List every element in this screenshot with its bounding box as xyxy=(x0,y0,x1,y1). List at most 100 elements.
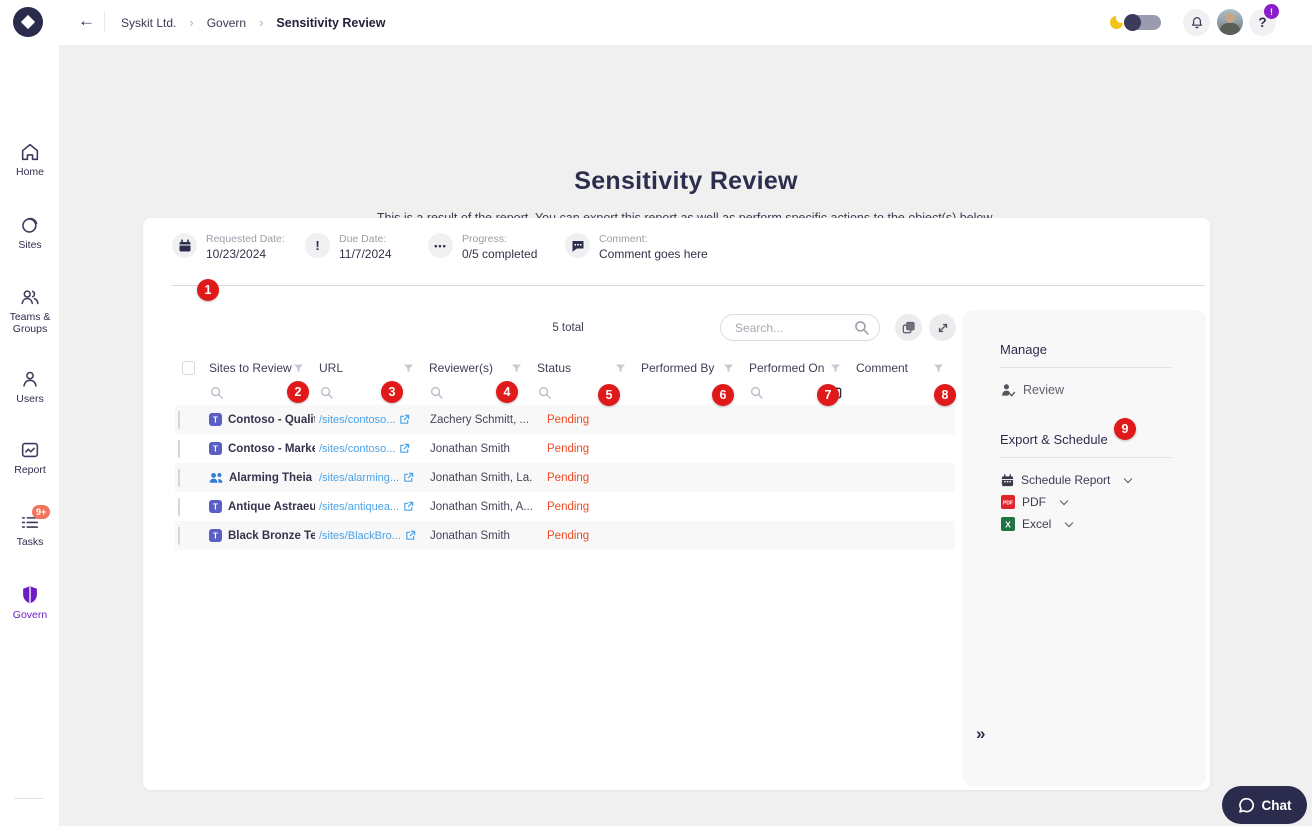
syskit-logo-icon[interactable] xyxy=(13,7,43,37)
info-value: 11/7/2024 xyxy=(339,247,392,261)
chevron-down-icon xyxy=(1059,496,1069,505)
site-url-link[interactable]: /sites/BlackBro... xyxy=(319,530,401,542)
column-search-icon[interactable] xyxy=(320,386,333,399)
sites-icon xyxy=(22,217,38,233)
sidebar-item-govern[interactable]: Govern xyxy=(0,584,60,621)
status-badge: Pending xyxy=(547,413,590,426)
export-section-title: Export & Schedule xyxy=(1000,432,1108,447)
external-link-icon[interactable] xyxy=(403,501,414,512)
row-checkbox[interactable] xyxy=(178,497,180,516)
copy-view-button[interactable] xyxy=(895,314,922,341)
home-icon xyxy=(21,143,39,161)
site-url-link[interactable]: /sites/alarming... xyxy=(319,472,399,484)
filter-icon[interactable] xyxy=(510,362,523,375)
column-search-icon[interactable] xyxy=(210,386,223,399)
external-link-icon[interactable] xyxy=(399,414,410,425)
annotation-badge-5: 5 xyxy=(598,384,620,406)
sidebar-divider xyxy=(14,798,44,799)
export-pdf-button[interactable]: PDF PDF xyxy=(1001,495,1069,509)
annotation-badge-4: 4 xyxy=(496,381,518,403)
export-excel-button[interactable]: X Excel xyxy=(1001,517,1074,531)
select-all-checkbox[interactable] xyxy=(182,361,195,375)
site-url-link[interactable]: /sites/contoso... xyxy=(319,443,395,455)
report-card: Requested Date: 10/23/2024 ! Due Date: 1… xyxy=(143,218,1210,790)
column-search-icon[interactable] xyxy=(750,386,763,399)
column-header: Status xyxy=(537,361,572,375)
sidebar-item-report[interactable]: Report xyxy=(0,439,60,476)
row-checkbox[interactable] xyxy=(178,468,180,487)
reviewers-cell: Jonathan Smith xyxy=(430,529,510,542)
filter-icon[interactable] xyxy=(722,362,735,375)
chat-bubble-icon xyxy=(1238,797,1254,813)
breadcrumb-item-govern[interactable]: Govern xyxy=(207,16,246,30)
info-label: Progress: xyxy=(462,233,507,245)
site-name: Contoso - Marketi xyxy=(228,442,315,455)
notifications-button[interactable] xyxy=(1183,9,1210,36)
info-requested-date: Requested Date: 10/23/2024 xyxy=(172,233,285,261)
export-excel-label: Excel xyxy=(1022,517,1052,531)
sidebar-item-home[interactable]: Home xyxy=(0,141,60,178)
filter-icon[interactable] xyxy=(614,362,627,375)
row-checkbox[interactable] xyxy=(178,526,180,545)
search-icon xyxy=(855,321,869,335)
dark-mode-toggle[interactable] xyxy=(1124,14,1161,31)
info-label: Comment: xyxy=(599,233,648,245)
sidebar-item-tasks[interactable]: 9+ Tasks xyxy=(0,505,60,548)
tasks-count-badge: 9+ xyxy=(32,505,51,519)
chat-button[interactable]: Chat xyxy=(1222,786,1307,824)
breadcrumb-separator-icon: › xyxy=(259,15,264,30)
external-link-icon[interactable] xyxy=(403,472,414,483)
sidebar-item-label: Users xyxy=(16,393,44,405)
filter-icon[interactable] xyxy=(292,362,305,375)
table-header-row: Sites to Review URL Reviewer(s) Status P… xyxy=(175,356,955,380)
user-avatar[interactable] xyxy=(1217,9,1243,35)
breadcrumb-item-company[interactable]: Syskit Ltd. xyxy=(121,16,176,30)
reviewers-cell: Jonathan Smith xyxy=(430,442,510,455)
help-alert-badge: ! xyxy=(1264,4,1279,19)
chat-label: Chat xyxy=(1261,797,1292,813)
sidebar-item-label: Teams & Groups xyxy=(9,311,51,336)
help-button[interactable]: ? ! xyxy=(1249,4,1279,36)
info-value: 10/23/2024 xyxy=(206,247,267,261)
annotation-badge-8: 8 xyxy=(934,384,956,406)
chevron-down-icon xyxy=(1124,474,1133,483)
search-input[interactable] xyxy=(735,320,854,335)
external-link-icon[interactable] xyxy=(405,530,416,541)
panel-divider xyxy=(1000,367,1172,368)
site-url-link[interactable]: /sites/contoso... xyxy=(319,414,395,426)
row-checkbox[interactable] xyxy=(178,439,180,458)
sidebar-item-teams-groups[interactable]: Teams & Groups xyxy=(0,286,60,335)
schedule-report-button[interactable]: Schedule Report xyxy=(1001,473,1133,487)
filter-icon[interactable] xyxy=(932,362,945,375)
topbar: ← Syskit Ltd. › Govern › Sensitivity Rev… xyxy=(0,0,1312,45)
reviewers-cell: Jonathan Smith, A... xyxy=(430,500,533,513)
teams-icon: T xyxy=(209,442,222,455)
collapse-panel-icon[interactable]: » xyxy=(976,724,985,744)
sidebar-item-sites[interactable]: Sites xyxy=(0,214,60,251)
expand-button[interactable] xyxy=(929,314,956,341)
sidebar: Home Sites Teams & Groups Users Report 9… xyxy=(0,45,60,826)
row-checkbox[interactable] xyxy=(178,410,180,429)
external-link-icon[interactable] xyxy=(399,443,410,454)
back-arrow-icon[interactable]: ← xyxy=(78,11,95,31)
column-search-icon[interactable] xyxy=(538,386,551,399)
table-search xyxy=(720,314,880,341)
sidebar-item-label: Govern xyxy=(12,609,48,621)
filter-icon[interactable] xyxy=(829,362,842,375)
svg-text:PDF: PDF xyxy=(1003,501,1013,507)
comment-icon xyxy=(565,233,590,258)
table-row: T Black Bronze Tenn /sites/BlackBro... J… xyxy=(175,521,955,550)
site-name: Black Bronze Tenn xyxy=(228,529,315,542)
site-url-link[interactable]: /sites/antiquea... xyxy=(319,501,399,513)
exclamation-icon: ! xyxy=(305,233,330,258)
ellipsis-icon: ••• xyxy=(428,233,453,258)
filter-icon[interactable] xyxy=(402,362,415,375)
review-action-button[interactable]: Review xyxy=(1001,383,1064,397)
site-name: Alarming Theia xyxy=(229,471,313,484)
column-search-icon[interactable] xyxy=(430,386,443,399)
card-divider xyxy=(172,285,1205,286)
sidebar-item-users[interactable]: Users xyxy=(0,368,60,405)
sidebar-item-label: Tasks xyxy=(16,536,44,548)
manage-section-title: Manage xyxy=(1000,342,1047,357)
review-person-icon xyxy=(1001,384,1016,397)
